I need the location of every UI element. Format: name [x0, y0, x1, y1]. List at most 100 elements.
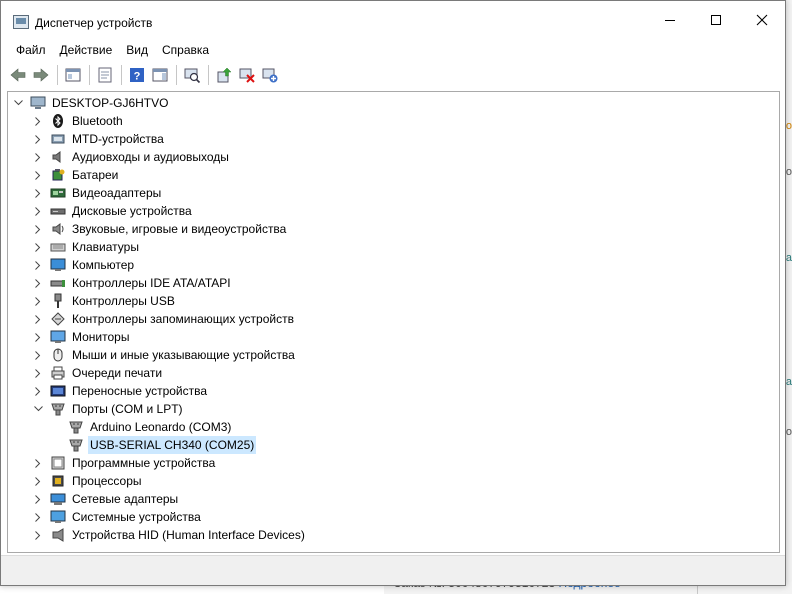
chevron-right-icon[interactable] [32, 238, 44, 256]
chevron-right-icon[interactable] [32, 148, 44, 166]
help-button[interactable]: ? [126, 64, 148, 86]
tree-category[interactable]: Мыши и иные указывающие устройства [32, 346, 297, 364]
chevron-right-icon[interactable] [32, 220, 44, 238]
bluetooth-icon [50, 113, 66, 129]
usb-icon [50, 293, 66, 309]
tree-node-label: Процессоры [72, 474, 142, 488]
chevron-right-icon[interactable] [32, 382, 44, 400]
tree-category[interactable]: Мониторы [32, 328, 131, 346]
printer-icon [50, 365, 66, 381]
chevron-right-icon[interactable] [32, 292, 44, 310]
add-legacy-hardware-button[interactable] [259, 64, 281, 86]
svg-text:?: ? [134, 71, 141, 83]
chevron-right-icon[interactable] [32, 256, 44, 274]
tree-device[interactable]: Arduino Leonardo (COM3) [68, 418, 233, 436]
toolbar: ? [1, 62, 785, 88]
show-action-pane-button[interactable] [149, 64, 171, 86]
audio-icon [50, 149, 66, 165]
tree-category[interactable]: Контроллеры запоминающих устройств [32, 310, 296, 328]
background-edge-mark: о [785, 120, 792, 132]
tree-category[interactable]: Контроллеры IDE ATA/ATAPI [32, 274, 233, 292]
ide-controller-icon [50, 275, 66, 291]
tree-node-label: DESKTOP-GJ6HTVO [52, 96, 169, 110]
menu-action[interactable]: Действие [53, 43, 120, 57]
properties-button[interactable] [94, 64, 116, 86]
chevron-right-icon[interactable] [32, 472, 44, 490]
tree-category[interactable]: Звуковые, игровые и видеоустройства [32, 220, 288, 238]
tree-category[interactable]: Программные устройства [32, 454, 217, 472]
chevron-right-icon[interactable] [32, 346, 44, 364]
portable-device-icon [50, 383, 66, 399]
maximize-button[interactable] [693, 1, 739, 39]
tree-category[interactable]: Очереди печати [32, 364, 164, 382]
device-manager-app-icon [13, 15, 29, 29]
tree-category[interactable]: Дисковые устройства [32, 202, 194, 220]
background-edge-mark: о [785, 426, 792, 438]
console-tree-icon [65, 68, 81, 82]
chevron-right-icon[interactable] [32, 166, 44, 184]
show-hide-console-tree-button[interactable] [62, 64, 84, 86]
scan-hardware-button[interactable] [181, 64, 203, 86]
chevron-right-icon[interactable] [32, 112, 44, 130]
help-icon: ? [130, 68, 144, 83]
menu-bar: Файл Действие Вид Справка [1, 39, 785, 61]
tree-category[interactable]: Аудиовходы и аудиовыходы [32, 148, 231, 166]
sound-icon [50, 221, 66, 237]
toolbar-separator [176, 65, 177, 85]
chevron-right-icon[interactable] [32, 184, 44, 202]
tree-category[interactable]: Контроллеры USB [32, 292, 177, 310]
chevron-right-icon[interactable] [32, 526, 44, 544]
chevron-right-icon[interactable] [32, 310, 44, 328]
tree-category[interactable]: Сетевые адаптеры [32, 490, 180, 508]
properties-icon [98, 67, 112, 83]
action-pane-icon [152, 68, 168, 82]
network-adapter-icon [50, 491, 66, 507]
window-title: Диспетчер устройств [35, 16, 153, 30]
close-button[interactable] [739, 1, 785, 39]
tree-category[interactable]: Компьютер [32, 256, 136, 274]
menu-help[interactable]: Справка [155, 43, 216, 57]
background-edge-mark: о [785, 166, 792, 178]
back-button[interactable] [7, 64, 29, 86]
system-device-icon [50, 509, 66, 525]
tree-category[interactable]: Клавиатуры [32, 238, 141, 256]
tree-category[interactable]: Bluetooth [32, 112, 125, 130]
chevron-right-icon[interactable] [32, 508, 44, 526]
chevron-down-icon[interactable] [32, 400, 44, 418]
tree-category[interactable]: Устройства HID (Human Interface Devices) [32, 526, 307, 544]
tree-root[interactable]: DESKTOP-GJ6HTVO [12, 94, 170, 112]
chevron-down-icon[interactable] [12, 94, 24, 112]
tree-device[interactable]: USB-SERIAL CH340 (COM25) [68, 436, 257, 454]
chevron-right-icon[interactable] [32, 130, 44, 148]
tree-node-label: Аудиовходы и аудиовыходы [72, 150, 229, 164]
chevron-right-icon[interactable] [32, 364, 44, 382]
tree-node-label: MTD-устройства [72, 132, 164, 146]
chevron-right-icon[interactable] [32, 328, 44, 346]
tree-node-label: Переносные устройства [72, 384, 208, 398]
forward-button[interactable] [30, 64, 52, 86]
chevron-right-icon[interactable] [32, 454, 44, 472]
tree-category[interactable]: MTD-устройства [32, 130, 166, 148]
minimize-button[interactable] [647, 1, 693, 39]
tree-category[interactable]: Переносные устройства [32, 382, 209, 400]
chevron-right-icon[interactable] [32, 202, 44, 220]
display-adapter-icon [50, 185, 66, 201]
chevron-right-icon[interactable] [32, 490, 44, 508]
menu-file[interactable]: Файл [9, 43, 53, 57]
update-driver-button[interactable] [213, 64, 235, 86]
chevron-right-icon[interactable] [32, 274, 44, 292]
port-icon [68, 419, 84, 435]
tree-category[interactable]: Процессоры [32, 472, 144, 490]
tree-category[interactable]: Системные устройства [32, 508, 203, 526]
title-bar[interactable]: Диспетчер устройств [1, 1, 785, 39]
uninstall-device-button[interactable] [236, 64, 258, 86]
tree-category[interactable]: Батареи [32, 166, 120, 184]
menu-view[interactable]: Вид [119, 43, 155, 57]
tree-category[interactable]: Видеоадаптеры [32, 184, 163, 202]
tree-node-label: Видеоадаптеры [72, 186, 162, 200]
device-tree[interactable]: DESKTOP-GJ6HTVO Bluetooth MTD-устройства Ау… [7, 91, 780, 553]
tree-node-label: Системные устройства [72, 510, 201, 524]
tree-category[interactable]: Порты (COM и LPT) [32, 400, 185, 418]
tree-node-label: Программные устройства [72, 456, 216, 470]
port-icon [50, 401, 66, 417]
